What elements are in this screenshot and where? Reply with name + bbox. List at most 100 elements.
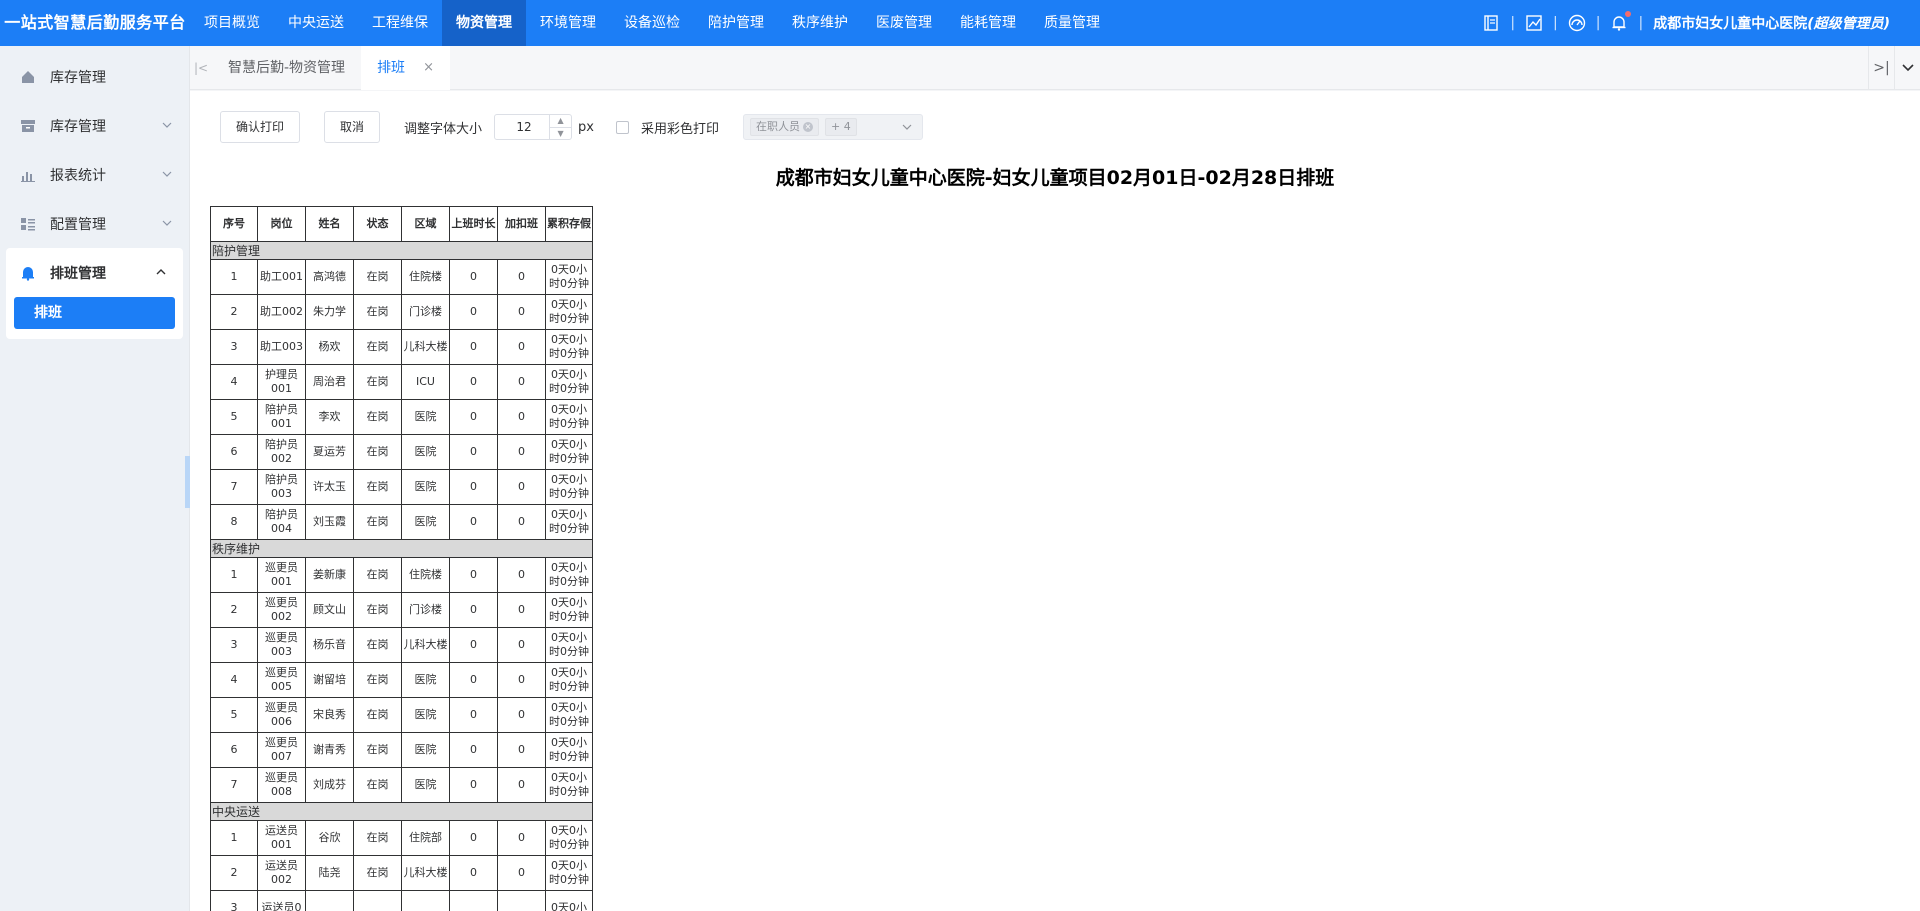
table-cell: 运送员001: [257, 820, 306, 856]
table-cell: 1: [210, 259, 258, 295]
nav-item[interactable]: 中央运送: [274, 0, 358, 46]
decrement-icon[interactable]: ▼: [550, 128, 571, 140]
sidebar-item-config[interactable]: 配置管理: [0, 199, 189, 248]
table-cell: 住院楼: [401, 259, 450, 295]
column-header: 姓名: [305, 206, 354, 242]
increment-icon[interactable]: ▲: [550, 115, 572, 128]
table-cell: 在岗: [353, 662, 402, 698]
color-print-checkbox[interactable]: [616, 120, 629, 134]
table-cell: 0: [449, 399, 498, 435]
table-cell: 医院: [401, 662, 450, 698]
unit-label: px: [578, 119, 594, 135]
status-tag: 在职人员 ×: [750, 118, 820, 136]
nav-item[interactable]: 设备巡检: [610, 0, 694, 46]
tag-close-icon[interactable]: ×: [803, 122, 814, 132]
table-cell: 陪护员002: [257, 434, 306, 470]
table-cell: 0: [449, 364, 498, 400]
nav-item[interactable]: 质量管理: [1030, 0, 1114, 46]
table-cell: 住院楼: [401, 557, 450, 593]
table-cell: 0: [449, 557, 498, 593]
table-cell: 0天0小时0分钟: [545, 592, 593, 628]
tab-material-management[interactable]: 智慧后勤-物资管理: [212, 46, 361, 90]
table-cell: 0: [449, 627, 498, 663]
tabs-scroll-left-icon[interactable]: |<: [190, 46, 212, 90]
group-label: 中央运送: [210, 802, 593, 821]
close-icon[interactable]: ×: [423, 46, 434, 90]
tabs-scroll-right-icon[interactable]: >|: [1868, 46, 1894, 90]
staff-status-select[interactable]: 在职人员 × + 4: [743, 114, 924, 140]
nav-item[interactable]: 环境管理: [526, 0, 610, 46]
tab-schedule[interactable]: 排班 ×: [361, 45, 450, 90]
cancel-button[interactable]: 取消: [324, 111, 381, 143]
table-header-row: 序号 岗位 姓名 状态 区域 上班时长 加扣班 累积存假: [210, 206, 593, 242]
table-cell: 在岗: [353, 820, 402, 856]
table-cell: 0: [449, 592, 498, 628]
chevron-down-icon: [161, 119, 173, 131]
table-cell: 顾文山: [305, 592, 354, 628]
table-cell: 在岗: [353, 399, 402, 435]
table-cell: 在岗: [353, 259, 402, 295]
table-cell: 0: [497, 732, 546, 768]
nav-item[interactable]: 项目概览: [190, 0, 274, 46]
nav-item[interactable]: 物资管理: [442, 0, 526, 46]
table-cell: 0: [497, 697, 546, 733]
table-cell: 0天0小时0分钟: [545, 820, 593, 856]
current-org-user[interactable]: 成都市妇女儿童中心医院(超级管理员): [1653, 13, 1890, 33]
nav-item[interactable]: 陪护管理: [694, 0, 778, 46]
table-cell: 陪护员004: [257, 504, 306, 540]
table-cell: 夏运芳: [305, 434, 354, 470]
column-header: 上班时长: [449, 206, 498, 242]
document-icon[interactable]: [1482, 14, 1500, 32]
sidebar-item-scheduling[interactable]: 排班管理: [6, 248, 183, 297]
table-cell: 助工003: [257, 329, 306, 365]
table-cell: 在岗: [353, 697, 402, 733]
table-cell: 0: [497, 592, 546, 628]
table-cell: 8: [210, 504, 258, 540]
table-cell: 在岗: [353, 294, 402, 330]
table-cell: 0天0小时0分钟: [545, 504, 593, 540]
table-cell: 助工002: [257, 294, 306, 330]
table-cell: 0: [497, 557, 546, 593]
table-cell: [401, 890, 450, 911]
nav-item[interactable]: 秩序维护: [778, 0, 862, 46]
table-cell: [497, 890, 546, 911]
table-cell: 0天0小时0分钟: [545, 434, 593, 470]
table-cell: 在岗: [353, 732, 402, 768]
nav-item[interactable]: 能耗管理: [946, 0, 1030, 46]
trend-chart-icon[interactable]: [1525, 14, 1543, 32]
table-cell: 在岗: [353, 627, 402, 663]
table-cell: 0天0小时0分钟: [545, 259, 593, 295]
table-cell: 0: [449, 732, 498, 768]
sidebar-item-inventory-home[interactable]: 库存管理: [0, 52, 189, 101]
table-cell: 住院部: [401, 820, 450, 856]
table-row: 1 巡更员001 姜新康 在岗 住院楼 0 0 0天0小时0分钟: [210, 557, 593, 593]
table-cell: 0天0小时0分钟: [545, 364, 593, 400]
color-print-label[interactable]: 采用彩色打印: [641, 118, 719, 137]
table-row: 7 巡更员008 刘成芬 在岗 医院 0 0 0天0小时0分钟: [210, 767, 593, 803]
group-label: 陪护管理: [210, 241, 593, 260]
dashboard-gauge-icon[interactable]: [1568, 14, 1586, 32]
chevron-down-icon: [161, 217, 173, 229]
table-cell: 0: [497, 434, 546, 470]
confirm-print-button[interactable]: 确认打印: [220, 111, 301, 143]
sidebar-item-reports[interactable]: 报表统计: [0, 150, 189, 199]
table-cell: 1: [210, 820, 258, 856]
table-cell: 巡更员008: [257, 767, 306, 803]
table-row: 5 巡更员006 宋良秀 在岗 医院 0 0 0天0小时0分钟: [210, 697, 593, 733]
table-cell: 1: [210, 557, 258, 593]
nav-item[interactable]: 工程维保: [358, 0, 442, 46]
table-cell: [305, 890, 354, 911]
tabs-dropdown-icon[interactable]: [1894, 46, 1920, 90]
table-row: 6 巡更员007 谢青秀 在岗 医院 0 0 0天0小时0分钟: [210, 732, 593, 768]
table-cell: 医院: [401, 697, 450, 733]
sidebar-subitem-schedule[interactable]: 排班: [14, 297, 175, 329]
header-actions: | | | | 成都市妇女儿童中心医院(超级管理员): [1482, 0, 1890, 46]
table-cell: 巡更员001: [257, 557, 306, 593]
table-cell: 0: [497, 504, 546, 540]
notification-bell-icon[interactable]: [1610, 11, 1632, 32]
font-size-stepper[interactable]: 12 ▲ ▼: [494, 114, 573, 140]
sidebar-item-inventory[interactable]: 库存管理: [0, 101, 189, 150]
table-cell: 0天0小时0分钟: [545, 399, 593, 435]
nav-item[interactable]: 医废管理: [862, 0, 946, 46]
table-cell: 刘玉霞: [305, 504, 354, 540]
